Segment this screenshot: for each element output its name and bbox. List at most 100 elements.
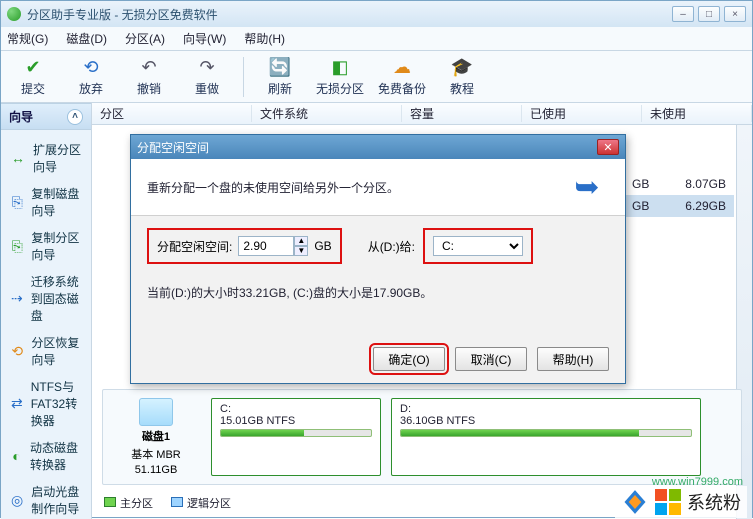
backup-icon: ☁ — [389, 56, 415, 78]
disk-info[interactable]: 磁盘1 基本 MBR 51.11GB — [111, 398, 201, 476]
spin-down[interactable]: ▼ — [294, 246, 308, 256]
dialog-titlebar[interactable]: 分配空闲空间 ✕ — [131, 135, 625, 159]
wizard-panel-body: ↔ 扩展分区向导 ⎘ 复制磁盘向导 ⎘ 复制分区向导 ⇢ 迁移系统到固态磁盘 ⟲分区恢复向导 ⇄ N… — [1, 130, 91, 519]
dialog-desc: 重新分配一个盘的未使用空间给另外一个分区。 — [147, 179, 555, 196]
minimize-button[interactable]: – — [672, 6, 694, 22]
alloc-group: 分配空闲空间: ▲ ▼ GB — [147, 228, 342, 264]
alloc-unit: GB — [314, 239, 331, 253]
col-partition[interactable]: 分区 — [92, 105, 252, 122]
col-capacity[interactable]: 容量 — [402, 105, 522, 122]
window-buttons: – □ × — [672, 6, 746, 22]
ok-button[interactable]: 确定(O) — [373, 347, 445, 371]
item-label: 动态磁盘转换器 — [30, 439, 81, 473]
close-button[interactable]: × — [724, 6, 746, 22]
partition-c[interactable]: C: 15.01GB NTFS — [211, 398, 381, 476]
dialog-row: 分配空闲空间: ▲ ▼ GB 从(D:)给: C: — [131, 216, 625, 276]
wizard-item-2[interactable]: ⎘ 复制分区向导 — [5, 224, 87, 268]
item-label: NTFS与FAT32转换器 — [31, 378, 81, 429]
window-title: 分区助手专业版 - 无损分区免费软件 — [27, 6, 672, 23]
col-free[interactable]: 未使用 — [642, 105, 752, 122]
menubar: 常规(G) 磁盘(D) 分区(A) 向导(W) 帮助(H) — [1, 27, 752, 51]
undo-button[interactable]: ↶撤销 — [127, 56, 171, 97]
legend-logical: 逻辑分区 — [171, 495, 231, 511]
commit-button[interactable]: ✔提交 — [11, 56, 55, 97]
wizard-item-7[interactable]: ◎ 启动光盘制作向导 — [5, 478, 87, 519]
item-label: 扩展分区向导 — [33, 141, 81, 175]
menu-disk[interactable]: 磁盘(D) — [66, 30, 107, 47]
alloc-spinner: ▲ ▼ — [238, 236, 308, 256]
discard-button[interactable]: ⟲放弃 — [69, 56, 113, 97]
menu-wizard[interactable]: 向导(W) — [183, 30, 226, 47]
item-icon: ↔ — [11, 149, 25, 167]
menu-help[interactable]: 帮助(H) — [244, 30, 285, 47]
discard-icon: ⟲ — [78, 56, 104, 78]
dialog-close-button[interactable]: ✕ — [597, 139, 619, 155]
allocate-dialog: 分配空闲空间 ✕ 重新分配一个盘的未使用空间给另外一个分区。 ➥ 分配空闲空间:… — [130, 134, 626, 384]
legend-primary: 主分区 — [104, 495, 153, 511]
disk-icon — [139, 398, 173, 426]
disk-bar: 磁盘1 基本 MBR 51.11GB C: 15.01GB NTFS D: 36… — [102, 389, 742, 485]
partition-d[interactable]: D: 36.10GB NTFS — [391, 398, 701, 476]
spin-up[interactable]: ▲ — [294, 236, 308, 246]
from-label: 从(D:)给: — [368, 238, 415, 255]
undo-icon: ↶ — [136, 56, 162, 78]
table-row[interactable]: GB 8.07GB — [624, 173, 734, 195]
item-icon: ◎ — [11, 491, 23, 509]
share-icon: ➥ — [565, 169, 609, 205]
target-group: C: — [423, 228, 533, 264]
titlebar: 分区助手专业版 - 无损分区免费软件 – □ × — [1, 1, 752, 27]
target-select[interactable]: C: — [433, 236, 523, 256]
wizard-panel-head[interactable]: 向导 ˄ — [1, 103, 91, 130]
toolbar-separator — [243, 57, 244, 97]
app-icon — [7, 7, 21, 21]
dialog-buttons: 确定(O) 取消(C) 帮助(H) — [373, 347, 609, 371]
item-label: 迁移系统到固态磁盘 — [31, 273, 81, 324]
check-icon: ✔ — [20, 56, 46, 78]
watermark: 系统粉 — [615, 486, 747, 518]
wizard-item-3[interactable]: ⇢ 迁移系统到固态磁盘 — [5, 268, 87, 329]
backup-button[interactable]: ☁免费备份 — [378, 56, 426, 97]
wizard-item-5[interactable]: ⇄ NTFS与FAT32转换器 — [5, 373, 87, 434]
item-icon: ⎘ — [11, 193, 23, 211]
tutorial-button[interactable]: 🎓教程 — [440, 56, 484, 97]
sidebar: 向导 ˄ ↔ 扩展分区向导 ⎘ 复制磁盘向导 ⎘ 复制分区向导 ⇢ 迁移系统到固态磁盘 ⟲分区恢… — [1, 103, 92, 519]
item-icon: ⎘ — [11, 237, 23, 255]
wizard-item-0[interactable]: ↔ 扩展分区向导 — [5, 136, 87, 180]
redo-icon: ↷ — [194, 56, 220, 78]
wizard-item-1[interactable]: ⎘ 复制磁盘向导 — [5, 180, 87, 224]
tutorial-icon: 🎓 — [449, 56, 475, 78]
maximize-button[interactable]: □ — [698, 6, 720, 22]
dialog-header: 重新分配一个盘的未使用空间给另外一个分区。 ➥ — [131, 159, 625, 216]
table-header: 分区 文件系统 容量 已使用 未使用 — [92, 103, 752, 125]
redo-button[interactable]: ↷重做 — [185, 56, 229, 97]
alloc-input[interactable] — [238, 236, 294, 256]
item-label: 分区恢复向导 — [31, 334, 81, 368]
menu-partition[interactable]: 分区(A) — [125, 30, 165, 47]
watermark-text: 系统粉 — [687, 489, 741, 515]
wizard-item-4[interactable]: ⟲分区恢复向导 — [5, 329, 87, 373]
chevron-up-icon: ˄ — [67, 109, 83, 125]
item-label: 启动光盘制作向导 — [31, 483, 81, 517]
refresh-button[interactable]: 🔄刷新 — [258, 56, 302, 97]
item-label: 复制分区向导 — [31, 229, 81, 263]
table-row[interactable]: GB 6.29GB — [624, 195, 734, 217]
refresh-icon: 🔄 — [267, 56, 293, 78]
lossless-button[interactable]: ◧无损分区 — [316, 56, 364, 97]
wizard-item-6[interactable]: ◐ 动态磁盘转换器 — [5, 434, 87, 478]
item-icon: ⇄ — [11, 395, 23, 413]
dialog-status: 当前(D:)的大小时33.21GB, (C:)盘的大小是17.90GB。 — [147, 284, 609, 301]
item-label: 复制磁盘向导 — [31, 185, 81, 219]
cancel-button[interactable]: 取消(C) — [455, 347, 527, 371]
toolbar: ✔提交 ⟲放弃 ↶撤销 ↷重做 🔄刷新 ◧无损分区 ☁免费备份 🎓教程 — [1, 51, 752, 103]
col-used[interactable]: 已使用 — [522, 105, 642, 122]
help-button[interactable]: 帮助(H) — [537, 347, 609, 371]
ms-logo-icon — [655, 489, 681, 515]
dialog-title: 分配空闲空间 — [137, 139, 597, 156]
alloc-label: 分配空闲空间: — [157, 238, 232, 255]
partition-icon: ◧ — [327, 56, 353, 78]
item-icon: ⇢ — [11, 290, 23, 308]
col-filesystem[interactable]: 文件系统 — [252, 105, 402, 122]
watermark-logo-icon — [621, 488, 649, 516]
item-icon: ◐ — [11, 447, 22, 465]
menu-general[interactable]: 常规(G) — [7, 30, 48, 47]
